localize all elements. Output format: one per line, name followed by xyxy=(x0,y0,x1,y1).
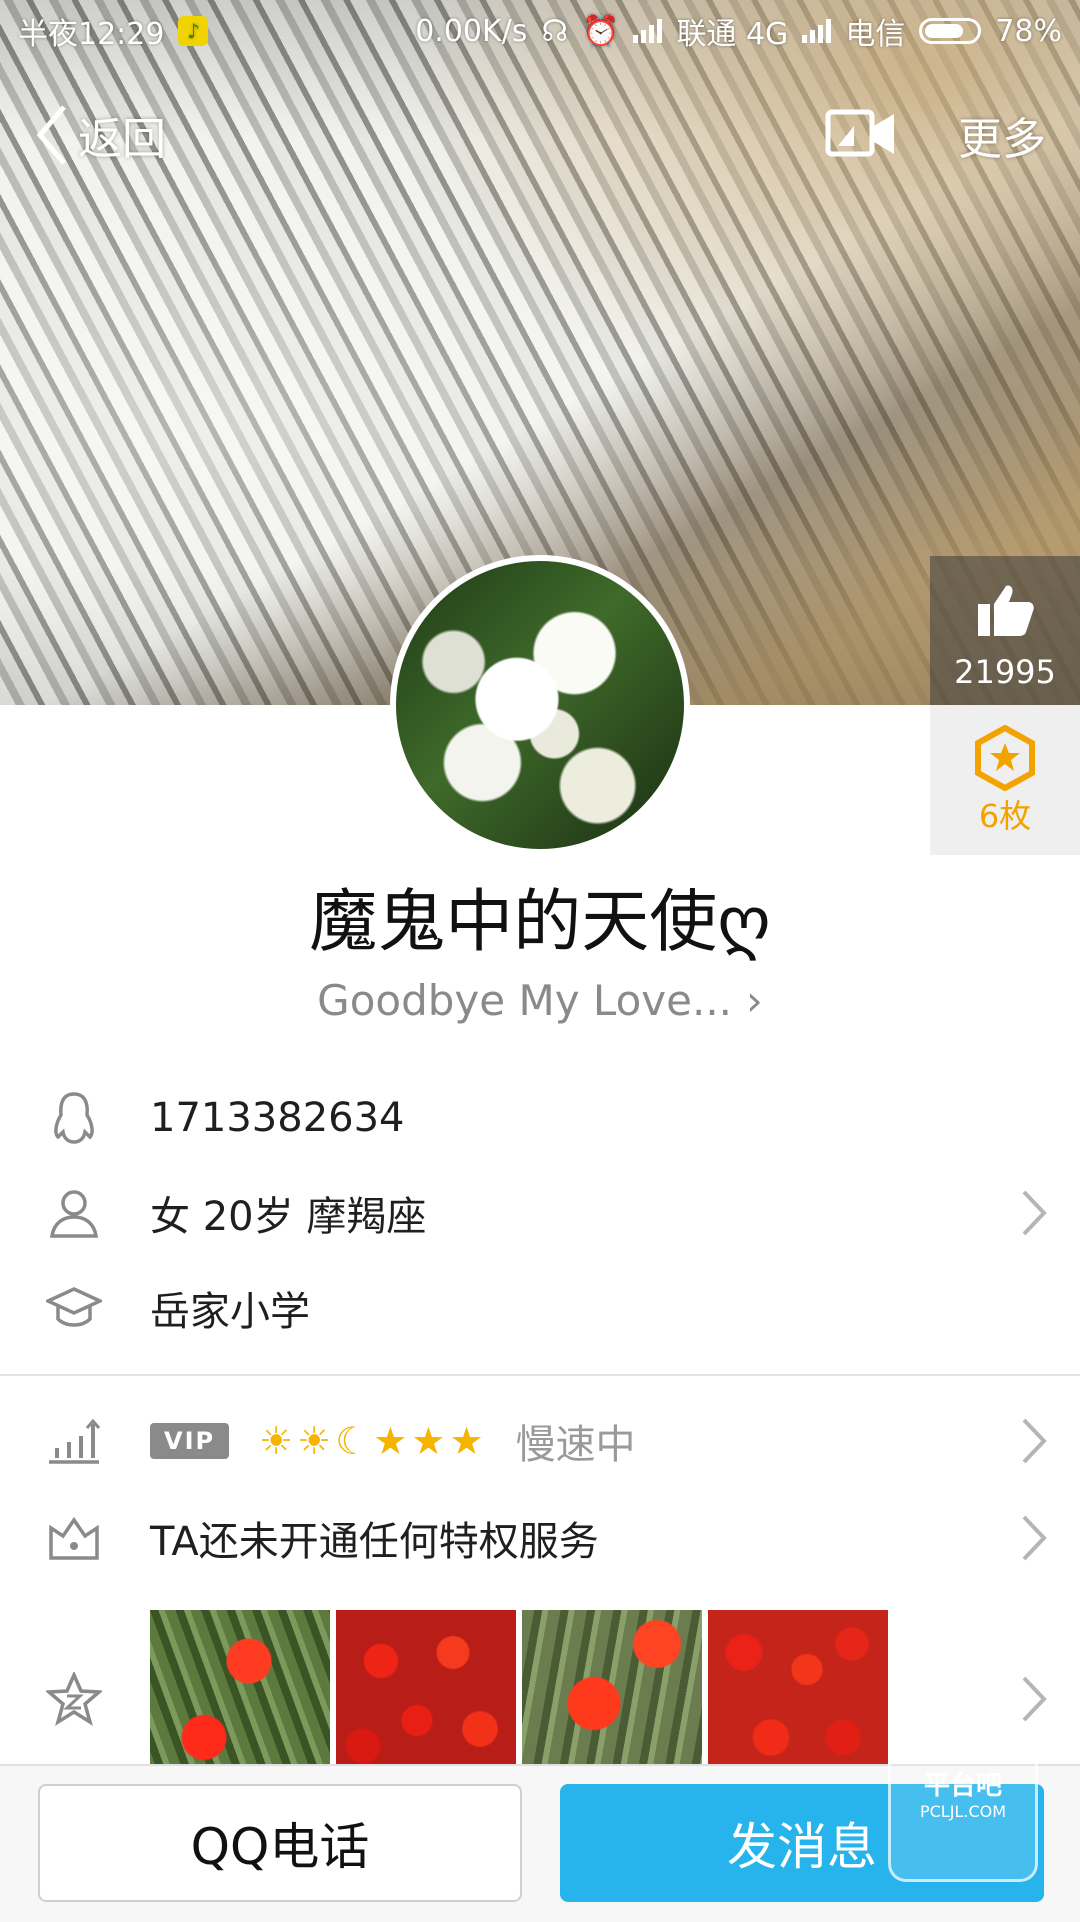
basic-info: 女 20岁 摩羯座 xyxy=(150,1194,427,1240)
headset-icon: ☊ xyxy=(541,13,569,49)
qq-number: 1713382634 xyxy=(150,1095,405,1141)
chevron-left-icon xyxy=(36,105,66,165)
thumbs-up-icon xyxy=(978,585,1034,636)
signal-icon-2 xyxy=(802,19,832,43)
vip-info: VIP ☀ ☀ ☾ ★ ★ ★ 慢速中 xyxy=(150,1412,636,1470)
alarm-icon: ⏰ xyxy=(582,13,620,49)
music-app-icon: ♪ xyxy=(178,16,209,46)
chevron-right-icon: › xyxy=(746,976,763,1025)
back-button[interactable]: 返回 xyxy=(34,103,166,167)
privilege-text: TA还未开通任何特权服务 xyxy=(150,1519,599,1565)
back-label: 返回 xyxy=(78,114,166,165)
section-divider xyxy=(0,1374,1080,1376)
crown-icon xyxy=(46,1510,102,1566)
signature[interactable]: Goodbye My Love... › xyxy=(0,976,1080,1025)
battery-level: 78% xyxy=(995,13,1062,49)
school-row: 岳家小学 xyxy=(0,1263,1080,1353)
star-icon: ★ xyxy=(373,1419,408,1463)
moon-icon: ☾ xyxy=(335,1419,370,1463)
signal-icon xyxy=(633,19,663,43)
qzone-photo[interactable] xyxy=(150,1610,330,1780)
sun-icon: ☀ xyxy=(259,1419,294,1463)
qzone-photo-strip xyxy=(150,1610,888,1780)
watermark-url: PCLJL.COM xyxy=(919,1802,1007,1821)
qq-number-row: 1713382634 xyxy=(0,1073,1080,1163)
qzone-photo[interactable] xyxy=(336,1610,516,1780)
medal-button[interactable]: 6枚 xyxy=(930,705,1080,855)
level-icons: ☀ ☀ ☾ ★ ★ ★ xyxy=(259,1419,483,1463)
graduation-cap-icon xyxy=(46,1280,102,1336)
medal-icon xyxy=(975,725,1035,791)
avatar[interactable] xyxy=(390,555,690,855)
video-call-icon[interactable] xyxy=(824,106,898,164)
chevron-right-icon xyxy=(1022,1418,1047,1464)
signature-text: Goodbye My Love... xyxy=(317,976,733,1025)
qzone-photo[interactable] xyxy=(522,1610,702,1780)
vip-level-row[interactable]: VIP ☀ ☀ ☾ ★ ★ ★ 慢速中 xyxy=(0,1396,1080,1486)
chevron-right-icon xyxy=(1022,1515,1047,1561)
privilege-row[interactable]: TA还未开通任何特权服务 xyxy=(0,1493,1080,1583)
nav-bar: 返回 更多 xyxy=(0,90,1080,180)
qq-call-button[interactable]: QQ电话 xyxy=(38,1784,522,1902)
qzone-star-icon xyxy=(46,1671,102,1727)
star-icon: ★ xyxy=(449,1419,484,1463)
penguin-icon xyxy=(46,1090,102,1146)
like-count: 21995 xyxy=(954,653,1056,691)
site-watermark: 平台吧 PCLJL.COM xyxy=(888,1722,1038,1882)
medal-count: 6枚 xyxy=(978,797,1032,835)
vip-speed-status: 慢速中 xyxy=(515,1422,636,1468)
battery-icon xyxy=(919,18,982,44)
status-bar: 半夜12:29 ♪ 0.00K/s ☊ ⏰ 联通 4G 电信 78% xyxy=(0,0,1080,62)
carrier-1: 联通 4G xyxy=(676,17,789,52)
carrier-2: 电信 xyxy=(845,17,906,52)
qzone-photo[interactable] xyxy=(708,1610,888,1780)
basic-info-row[interactable]: 女 20岁 摩羯座 xyxy=(0,1168,1080,1258)
school-name: 岳家小学 xyxy=(150,1289,310,1335)
more-button[interactable]: 更多 xyxy=(958,103,1046,167)
nickname: 魔鬼中的天使ღ xyxy=(309,883,771,962)
chevron-right-icon xyxy=(1022,1676,1047,1722)
status-time: 半夜12:29 xyxy=(18,17,165,52)
sun-icon: ☀ xyxy=(297,1419,332,1463)
like-button[interactable]: 21995 xyxy=(930,556,1080,705)
star-icon: ★ xyxy=(411,1419,446,1463)
watermark-title: 平台吧 xyxy=(923,1771,1002,1801)
chevron-right-icon xyxy=(1022,1190,1047,1236)
person-icon xyxy=(46,1185,102,1241)
net-speed: 0.00K/s xyxy=(415,13,528,49)
vip-tag: VIP xyxy=(150,1423,230,1459)
level-chart-icon xyxy=(46,1413,102,1469)
